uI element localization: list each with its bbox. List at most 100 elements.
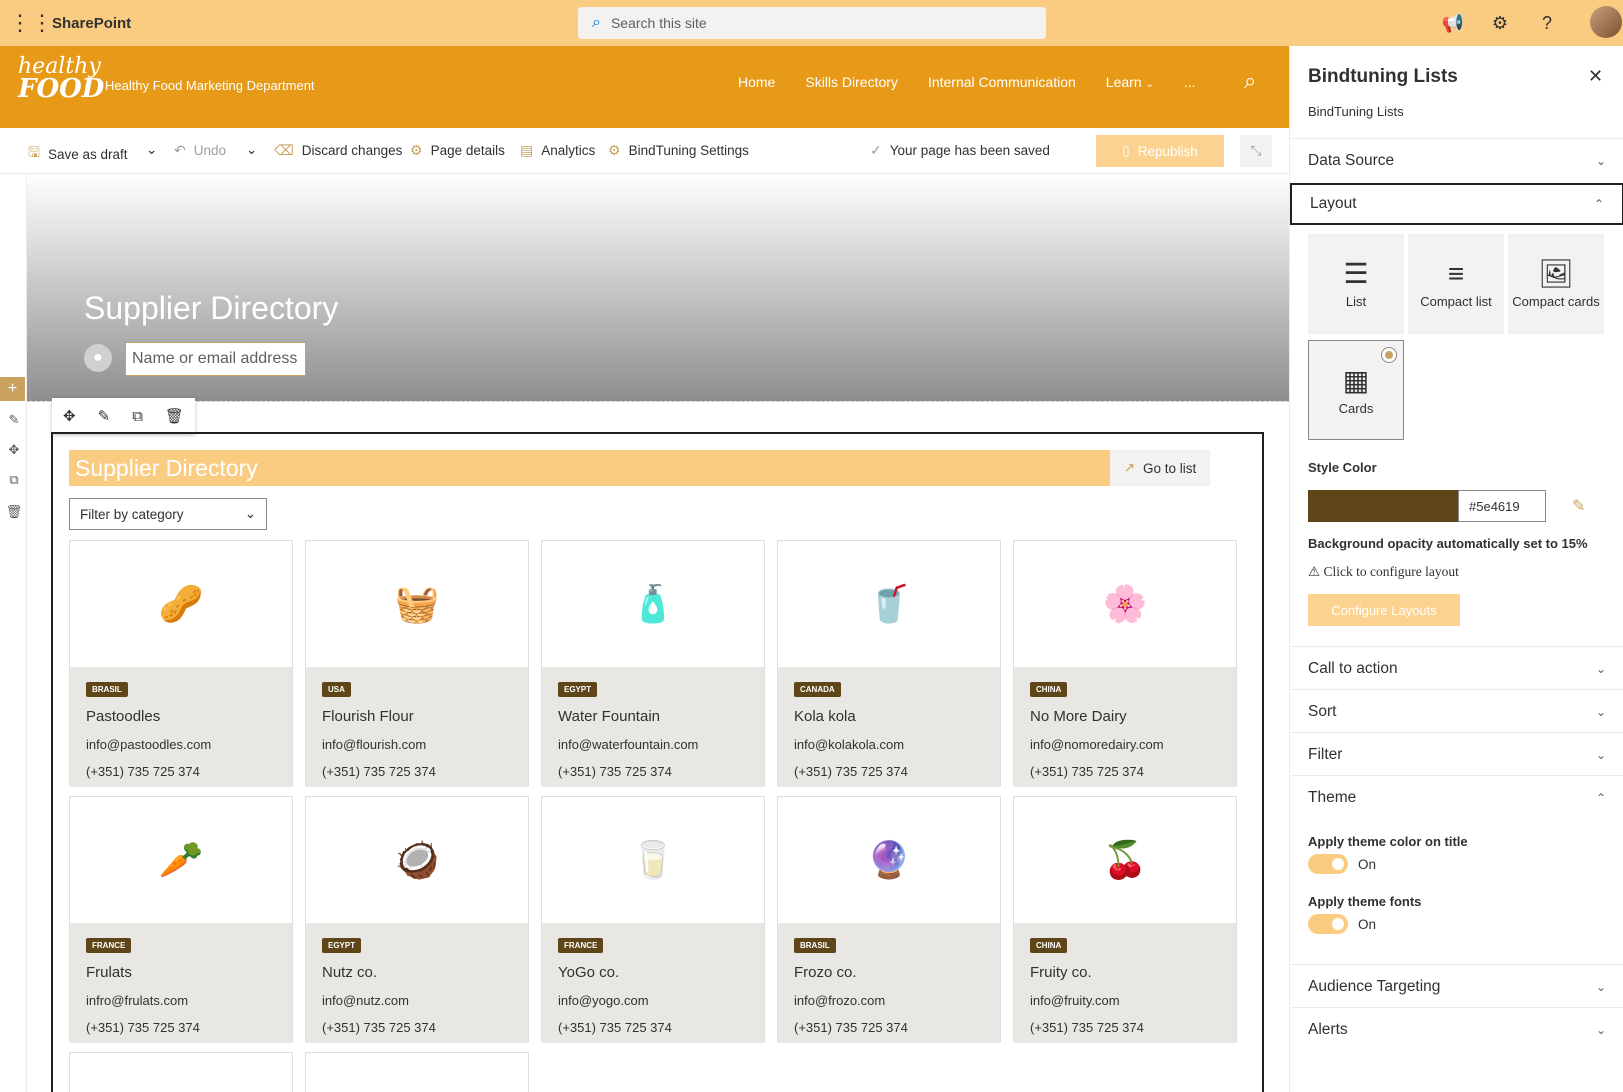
save-draft-button[interactable]: 🖫 Save as draft <box>28 142 127 166</box>
supplier-card[interactable]: 🥕 FRANCE Frulats infro@frulats.com (+351) 73… <box>69 796 293 1043</box>
add-section-icon[interactable]: + <box>0 377 25 401</box>
section-filter[interactable]: Filter ⌄ <box>1290 732 1623 776</box>
supplier-email[interactable]: info@fruity.com <box>1030 993 1220 1008</box>
warning-icon: ⚠ <box>1308 564 1321 579</box>
search-box[interactable]: ⌕ Search this site <box>578 7 1046 39</box>
theme-fonts-label: Apply theme fonts <box>1308 894 1422 909</box>
supplier-card-partial[interactable] <box>69 1052 293 1092</box>
nav-home[interactable]: Home <box>738 74 775 90</box>
webpart-title: Supplier Directory <box>75 454 258 481</box>
delete-section-icon[interactable]: 🗑 <box>4 502 24 522</box>
discard-changes-button[interactable]: ⌫ Discard changes <box>274 142 402 159</box>
supplier-card[interactable]: 🍒 CHINA Fruity co. info@fruity.com (+351) 73… <box>1013 796 1237 1043</box>
search-input[interactable]: Search this site <box>611 15 707 31</box>
close-icon[interactable]: ✕ <box>1588 66 1603 87</box>
toggle-switch[interactable] <box>1308 914 1348 934</box>
style-color-swatch[interactable] <box>1308 490 1458 522</box>
opacity-note: Background opacity automatically set to … <box>1308 536 1588 551</box>
country-badge: EGYPT <box>558 682 598 697</box>
analytics-button[interactable]: ▤ Analytics <box>520 142 595 159</box>
water-bottle-icon: 🧴 <box>630 583 676 624</box>
site-name[interactable]: Healthy Food Marketing Department <box>105 78 315 93</box>
configure-layouts-button[interactable]: Configure Layouts <box>1308 594 1460 626</box>
nav-skills-directory[interactable]: Skills Directory <box>805 74 898 90</box>
move-icon[interactable]: ✥ <box>63 407 76 425</box>
bindtuning-settings-button[interactable]: ⚙ BindTuning Settings <box>608 142 749 159</box>
layout-option-compact-list[interactable]: ≡ Compact list <box>1408 234 1504 334</box>
supplier-webpart[interactable]: Supplier Directory ↗ Go to list Filter by… <box>51 432 1264 1092</box>
suite-app-name[interactable]: SharePoint <box>52 15 131 32</box>
supplier-card-partial[interactable] <box>305 1052 529 1092</box>
toggle-switch[interactable] <box>1308 854 1348 874</box>
supplier-email[interactable]: infro@frulats.com <box>86 993 276 1008</box>
go-to-list-button[interactable]: ↗ Go to list <box>1110 450 1210 486</box>
undo-button[interactable]: ↶ Undo <box>174 142 226 159</box>
collapse-icon[interactable]: ⤡ <box>1240 135 1272 167</box>
supplier-card[interactable]: 🌸 CHINA No More Dairy info@nomoredairy.com (… <box>1013 540 1237 787</box>
supplier-email[interactable]: info@waterfountain.com <box>558 737 748 752</box>
saved-status: ✓ Your page has been saved <box>870 142 1050 159</box>
republish-button[interactable]: ▯ Republish <box>1096 135 1224 167</box>
delete-icon[interactable]: 🗑 <box>165 407 184 425</box>
style-color-hex-input[interactable]: #5e4619 <box>1458 490 1546 522</box>
layout-option-cards[interactable]: ▦ Cards <box>1308 340 1404 440</box>
supplier-card[interactable]: 🔮 BRASIL Frozo co. info@frozo.com (+351) 735… <box>777 796 1001 1043</box>
section-sort[interactable]: Sort ⌄ <box>1290 689 1623 733</box>
section-layout[interactable]: Layout ⌃ <box>1290 183 1623 225</box>
nav-internal-communication[interactable]: Internal Communication <box>928 74 1076 90</box>
edit-section-icon[interactable]: ✎ <box>4 410 24 430</box>
supplier-card[interactable]: 🥜 BRASIL Pastoodles info@pastoodles.com (+35… <box>69 540 293 787</box>
undo-dropdown-chevron[interactable]: ⌄ <box>246 142 257 158</box>
supplier-card[interactable]: 🧺 USA Flourish Flour info@flourish.com (+351… <box>305 540 529 787</box>
supplier-card[interactable]: 🧴 EGYPT Water Fountain info@waterfountain.c… <box>541 540 765 787</box>
supplier-email[interactable]: info@nomoredairy.com <box>1030 737 1220 752</box>
page-title[interactable]: Supplier Directory <box>84 290 338 327</box>
section-call-to-action[interactable]: Call to action ⌄ <box>1290 646 1623 690</box>
supplier-email[interactable]: info@pastoodles.com <box>86 737 276 752</box>
page-details-button[interactable]: ⚙ Page details <box>410 142 505 159</box>
layout-option-list[interactable]: ☰ List <box>1308 234 1404 334</box>
nav-more[interactable]: ... <box>1184 74 1196 90</box>
section-label: Data Source <box>1308 151 1395 169</box>
nav-learn[interactable]: Learn ⌄ <box>1106 74 1154 90</box>
app-launcher-icon[interactable]: ⋮⋮⋮ <box>0 0 53 46</box>
site-logo[interactable]: healthy FOOD <box>18 56 104 103</box>
move-section-icon[interactable]: ✥ <box>4 440 24 460</box>
image-icon: 🖼 <box>1538 258 1574 289</box>
soda-bottle-icon: 🥤 <box>866 583 912 624</box>
supplier-card[interactable]: 🥤 CANADA Kola kola info@kolakola.com (+351) … <box>777 540 1001 787</box>
section-alerts[interactable]: Alerts ⌄ <box>1290 1007 1623 1051</box>
site-search-icon[interactable]: ⌕ <box>1244 68 1256 94</box>
supplier-card[interactable]: 🥥 EGYPT Nutz co. info@nutz.com (+351) 735 72… <box>305 796 529 1043</box>
supplier-name: Flourish Flour <box>322 708 414 725</box>
save-dropdown-chevron[interactable]: ⌄ <box>146 142 157 158</box>
supplier-email[interactable]: info@yogo.com <box>558 993 748 1008</box>
section-theme[interactable]: Theme ⌃ <box>1290 775 1623 819</box>
user-avatar[interactable] <box>1590 6 1622 38</box>
help-icon[interactable]: ? <box>1535 11 1559 35</box>
bindtuning-settings-label: BindTuning Settings <box>628 143 749 158</box>
supplier-email[interactable]: info@flourish.com <box>322 737 512 752</box>
supplier-phone: (+351) 735 725 374 <box>558 764 672 779</box>
supplier-email[interactable]: info@nutz.com <box>322 993 512 1008</box>
supplier-email[interactable]: info@frozo.com <box>794 993 984 1008</box>
duplicate-icon[interactable]: ⧉ <box>132 408 143 425</box>
supplier-email[interactable]: info@kolakola.com <box>794 737 984 752</box>
duplicate-section-icon[interactable]: ⧉ <box>4 470 24 490</box>
flower-icon: 🌸 <box>1102 583 1148 624</box>
category-filter-dropdown[interactable]: Filter by category ⌄ <box>69 498 267 530</box>
theme-title-toggle[interactable]: On <box>1308 854 1376 874</box>
panel-subtitle: BindTuning Lists <box>1308 104 1404 119</box>
theme-fonts-toggle[interactable]: On <box>1308 914 1376 934</box>
megaphone-icon[interactable]: 📢 <box>1441 11 1465 35</box>
supplier-card[interactable]: 🥛 FRANCE YoGo co. info@yogo.com (+351) 735 7… <box>541 796 765 1043</box>
author-input[interactable]: Name or email address <box>125 342 306 376</box>
gear-icon[interactable]: ⚙ <box>1488 11 1512 35</box>
eyedropper-icon[interactable]: ✎ <box>1572 496 1585 516</box>
gear-icon: ⚙ <box>608 142 621 158</box>
section-label: Alerts <box>1308 1020 1348 1038</box>
section-audience-targeting[interactable]: Audience Targeting ⌄ <box>1290 964 1623 1008</box>
section-data-source[interactable]: Data Source ⌄ <box>1290 138 1623 182</box>
layout-option-compact-cards[interactable]: 🖼 Compact cards <box>1508 234 1604 334</box>
edit-icon[interactable]: ✎ <box>98 407 111 425</box>
